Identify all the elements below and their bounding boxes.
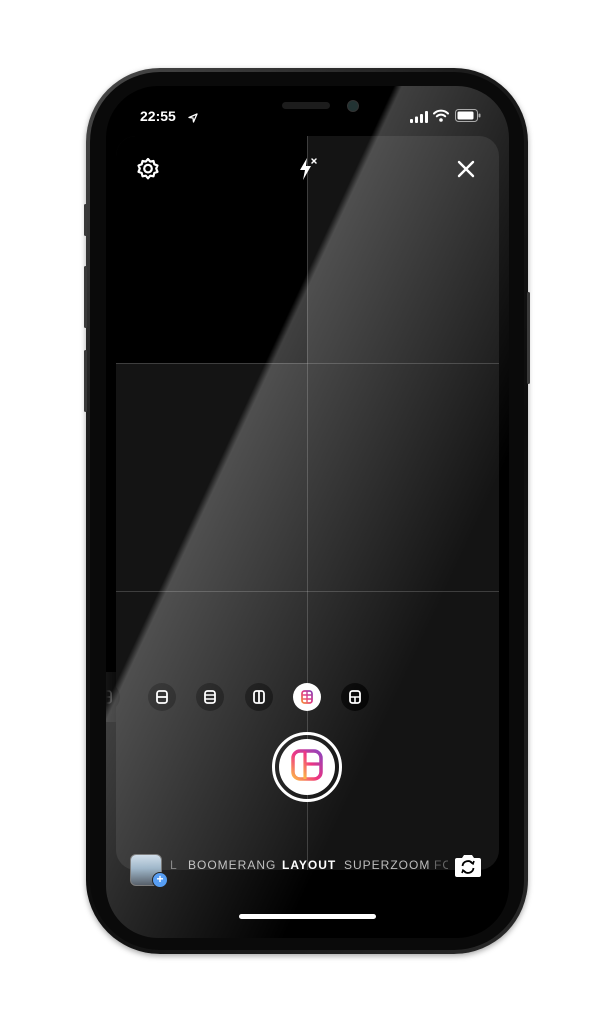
volume-down-button xyxy=(84,350,87,412)
grid-line-horizontal xyxy=(116,363,499,364)
layout-capture-icon xyxy=(290,748,324,787)
mode-item-boomerang[interactable]: BOOMERANG xyxy=(188,858,276,872)
home-indicator[interactable] xyxy=(239,914,376,919)
layout-option-6-grid[interactable] xyxy=(293,683,321,711)
layout-option-2-side[interactable] xyxy=(245,683,273,711)
layout-option-3-stacked[interactable] xyxy=(196,683,224,711)
wifi-icon xyxy=(433,109,449,125)
mode-item-partial-right[interactable]: FO xyxy=(434,858,448,872)
mode-selector: L BOOMERANG LAYOUT SUPERZOOM FO xyxy=(106,858,509,880)
earpiece-speaker xyxy=(282,102,330,109)
status-time: 22:55 xyxy=(140,108,176,124)
flip-camera-icon xyxy=(453,854,483,883)
flash-button[interactable] xyxy=(292,156,322,186)
close-icon xyxy=(456,159,476,184)
grid-line-horizontal xyxy=(116,591,499,592)
flip-camera-button[interactable] xyxy=(452,854,484,882)
layout-picker xyxy=(106,683,509,713)
shutter-button[interactable] xyxy=(272,732,342,802)
status-bar: 22:55 xyxy=(106,108,509,128)
mode-item-superzoom[interactable]: SUPERZOOM xyxy=(344,858,430,872)
mute-switch xyxy=(84,204,87,236)
mode-item-layout[interactable]: LAYOUT xyxy=(282,858,336,872)
layout-option-2-stacked[interactable] xyxy=(148,683,176,711)
side-button xyxy=(527,292,530,384)
close-button[interactable] xyxy=(451,156,481,186)
settings-button[interactable] xyxy=(133,156,163,186)
front-camera xyxy=(347,100,359,112)
cellular-signal-icon xyxy=(410,110,428,126)
layout-picker-fade xyxy=(106,672,130,722)
layout-option-4-grid[interactable] xyxy=(341,683,369,711)
volume-up-button xyxy=(84,266,87,328)
phone-screen: 22:55 + L BOOMERANG LAYOUT SUPERZOOM F xyxy=(106,86,509,938)
shutter-inner xyxy=(279,739,335,795)
flash-off-icon xyxy=(295,156,319,187)
gear-icon xyxy=(136,157,160,186)
battery-icon xyxy=(455,109,481,125)
location-arrow-icon xyxy=(188,110,198,126)
mode-item-partial-left[interactable]: L xyxy=(170,858,178,872)
